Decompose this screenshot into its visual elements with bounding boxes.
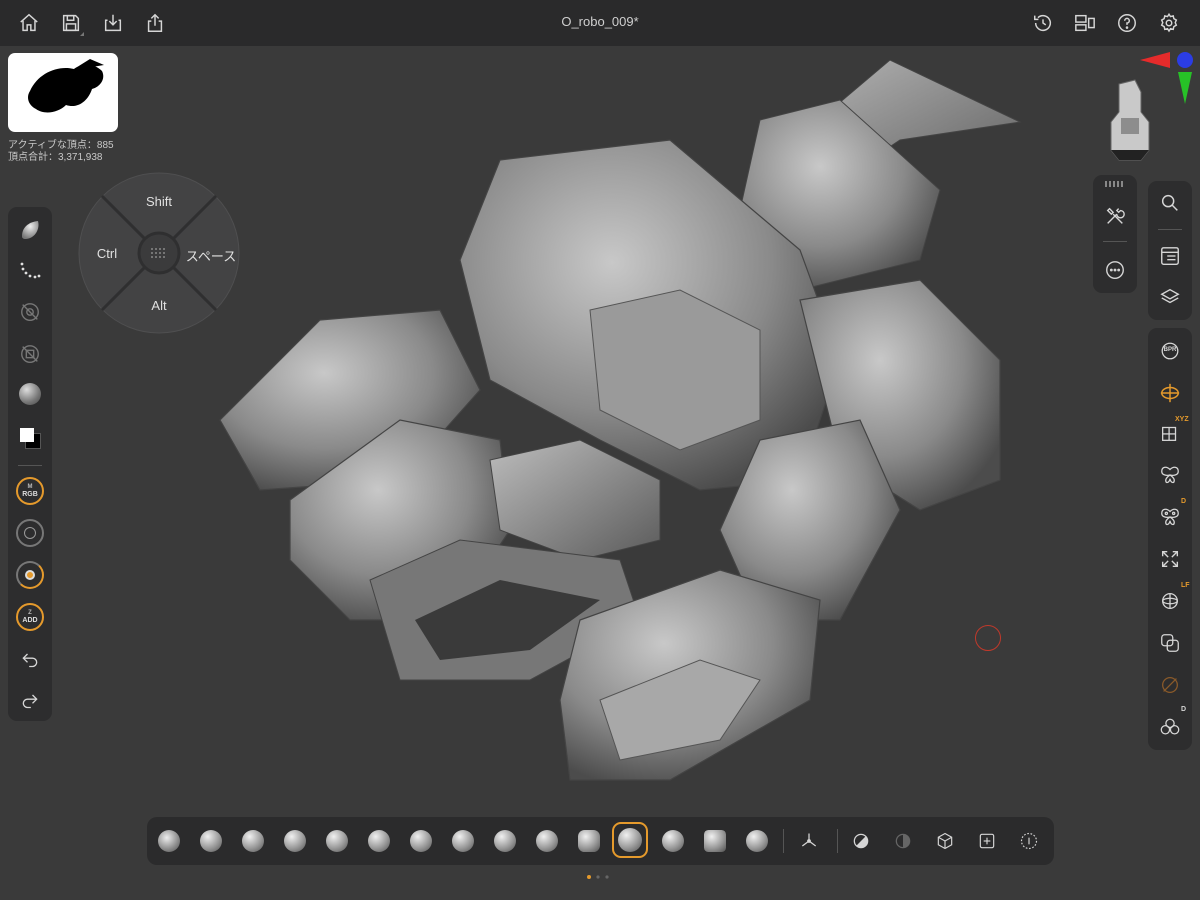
symmetry-icon[interactable] [1155, 460, 1185, 490]
gizmo-icon[interactable] [795, 827, 823, 855]
stroke-icon[interactable] [15, 255, 45, 285]
d2-badge: D [1181, 706, 1187, 713]
xyz-grid-icon[interactable]: XYZ [1155, 416, 1189, 448]
more-icon[interactable] [1100, 255, 1130, 285]
dynamic-symmetry-icon[interactable]: D [1155, 498, 1186, 532]
undo-icon[interactable] [15, 644, 45, 674]
bpr-label: BPR [1163, 347, 1177, 353]
history-icon[interactable] [1028, 8, 1058, 38]
smooth-brush[interactable] [365, 827, 393, 855]
mask-brush[interactable] [659, 827, 687, 855]
solo-icon[interactable]: D [1155, 706, 1186, 742]
ctrl-key[interactable]: Ctrl [88, 246, 126, 261]
trim-brush[interactable] [491, 827, 519, 855]
search-icon[interactable] [1155, 188, 1185, 218]
material-sphere-icon[interactable] [15, 379, 45, 409]
alt-key[interactable]: Alt [134, 298, 184, 313]
clay-buildup-brush[interactable] [155, 827, 183, 855]
inflate-brush[interactable] [323, 827, 351, 855]
zadd-label: ADD [22, 617, 38, 624]
panel-grip-icon[interactable] [1105, 181, 1125, 187]
perspective-icon[interactable]: LF [1155, 582, 1190, 616]
texture-off-icon[interactable] [15, 339, 45, 369]
model-thumbnail[interactable] [8, 53, 118, 132]
redo-icon[interactable] [15, 685, 45, 715]
layout-icon[interactable] [1070, 8, 1100, 38]
robot-model[interactable] [200, 60, 1040, 800]
active-vertices-text: アクティブな頂点：885 [8, 140, 114, 151]
spiral-brush[interactable] [743, 827, 771, 855]
color-swatch-icon[interactable] [15, 423, 45, 453]
rgb-label: RGB [22, 491, 38, 498]
flatten-brush[interactable] [533, 827, 561, 855]
top-bar: O_robo_009* [0, 0, 1200, 46]
search-divider [1158, 229, 1182, 230]
zadd-mode-button[interactable]: Z ADD [15, 602, 45, 632]
tools-icon[interactable] [1100, 201, 1130, 231]
layers-icon[interactable] [1155, 282, 1185, 312]
rgb-mode-button[interactable]: M RGB [15, 476, 45, 506]
curve-brush[interactable] [575, 827, 603, 855]
rgb-ring: M RGB [16, 477, 44, 505]
rgb-prefix: M [27, 484, 33, 490]
page-indicator [587, 875, 609, 879]
current-brush-icon[interactable] [15, 215, 45, 245]
brush-bar [147, 817, 1054, 865]
transparency-icon[interactable] [1155, 628, 1185, 658]
brush-bar-separator [783, 829, 784, 853]
xyz-badge: XYZ [1175, 416, 1189, 423]
tools-divider [1103, 241, 1127, 242]
view-cube-model[interactable] [1105, 78, 1157, 162]
frame-icon[interactable] [1155, 544, 1185, 574]
move-brush[interactable] [239, 827, 267, 855]
alpha-off-icon[interactable] [15, 297, 45, 327]
grip-icon[interactable] [144, 238, 174, 268]
mask-invert-icon[interactable] [889, 827, 917, 855]
modifier-wheel: Shift Ctrl スペース Alt [78, 172, 240, 334]
brush-bar-separator-2 [837, 829, 838, 853]
lf-badge: LF [1181, 582, 1190, 589]
shift-key[interactable]: Shift [134, 194, 184, 209]
lasso-icon[interactable] [1015, 827, 1043, 855]
document-title: O_robo_009* [561, 14, 639, 29]
vertex-stats: アクティブな頂点：885 頂点合計：3,371,938 [8, 140, 114, 164]
d-badge: D [1181, 498, 1187, 505]
tools-panel [1093, 175, 1137, 293]
zadd-ring: Z ADD [16, 603, 44, 631]
floor-grid-icon[interactable] [1155, 378, 1185, 408]
bpr-icon[interactable]: BPR [1155, 336, 1185, 366]
pinch-brush[interactable] [449, 827, 477, 855]
space-key[interactable]: スペース [184, 246, 238, 265]
intensity-icon[interactable] [15, 560, 45, 590]
snakehook-brush[interactable] [407, 827, 435, 855]
left-toolbar: M RGB Z ADD [8, 207, 52, 721]
chisel-brush[interactable] [701, 827, 729, 855]
cube-icon[interactable] [931, 827, 959, 855]
left-toolbar-divider [18, 465, 42, 466]
zadd-prefix: Z [28, 610, 32, 616]
right-top-panel [1148, 181, 1192, 320]
total-vertices-text: 頂点合計：3,371,938 [8, 152, 103, 163]
brush-cursor [975, 625, 1001, 651]
mask-toggle-icon[interactable] [847, 827, 875, 855]
dam-standard-brush[interactable] [197, 827, 225, 855]
help-icon[interactable] [1112, 8, 1142, 38]
standard-brush[interactable] [281, 827, 309, 855]
menu-list-icon[interactable] [1155, 241, 1185, 271]
hpolish-brush[interactable] [612, 822, 648, 858]
right-view-panel: BPR XYZ D LF D [1148, 328, 1192, 750]
settings-icon[interactable] [1154, 8, 1184, 38]
polyframe-icon[interactable] [1155, 670, 1185, 700]
focal-shift-icon[interactable] [15, 518, 45, 548]
add-frame-icon[interactable] [973, 827, 1001, 855]
